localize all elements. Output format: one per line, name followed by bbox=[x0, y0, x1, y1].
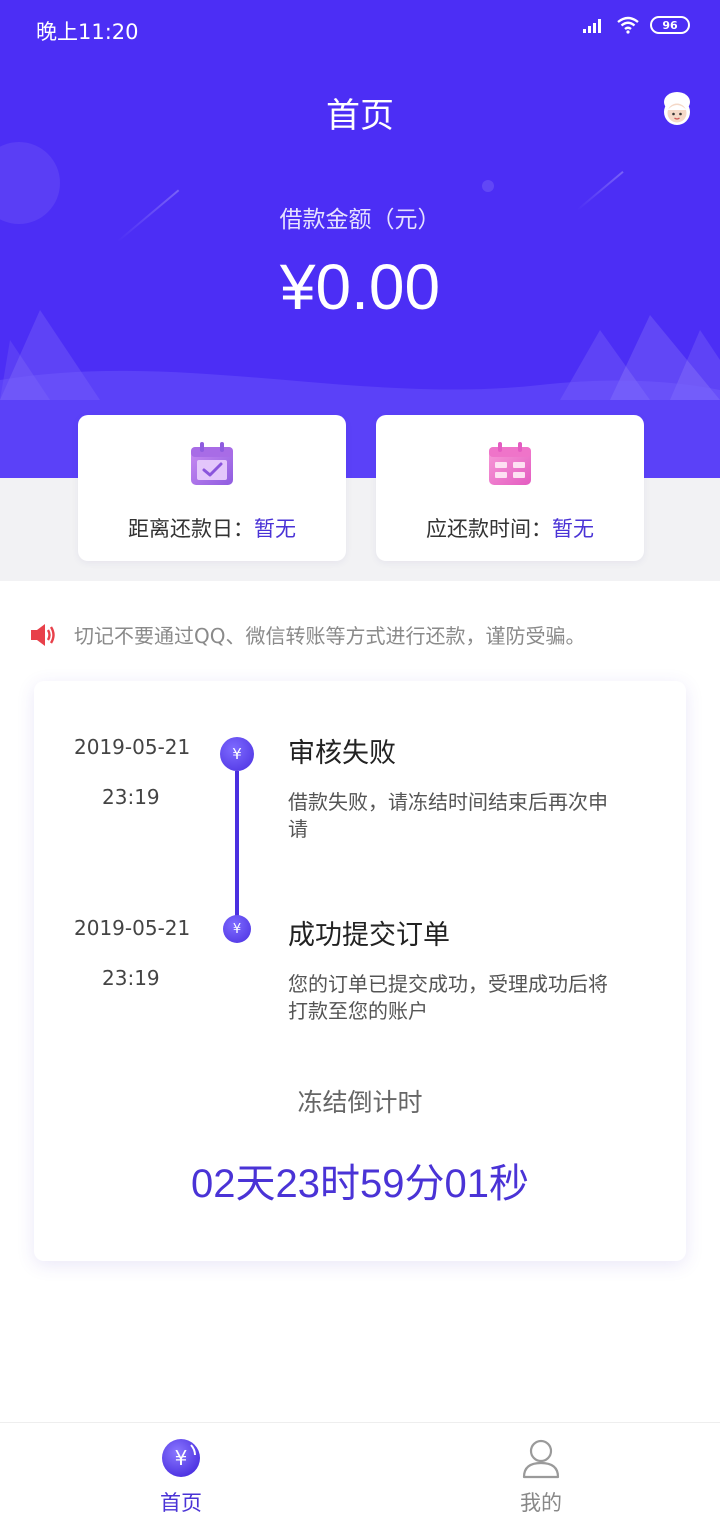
event-date: 2019-05-21 bbox=[74, 735, 191, 759]
status-time: 晚上11:20 bbox=[36, 20, 139, 44]
page-title: 首页 bbox=[326, 96, 394, 136]
bottom-tab-bar: ¥ 首页 我的 bbox=[0, 1422, 720, 1520]
tab-home[interactable]: ¥ 首页 bbox=[81, 1423, 281, 1520]
yuan-node-icon: ¥ bbox=[220, 737, 254, 771]
event-desc: 借款失败，请冻结时间结束后再次申请 bbox=[288, 790, 608, 841]
event-time: 23:19 bbox=[102, 966, 160, 990]
loan-amount-value: ¥0.00 bbox=[279, 251, 441, 323]
order-timeline-card: 2019-05-21 23:19 ¥ 审核失败 借款失败，请冻结时间结束后再次申… bbox=[34, 681, 686, 1261]
repayment-time-card: 应还款时间：暂无 bbox=[376, 415, 644, 561]
profile-avatar-icon[interactable] bbox=[660, 90, 694, 128]
battery-icon: 96 bbox=[650, 16, 690, 34]
event-date: 2019-05-21 bbox=[74, 916, 191, 940]
loan-amount-label: 借款金额（元） bbox=[279, 207, 441, 233]
repayment-days-value: 暂无 bbox=[254, 517, 296, 541]
event-title: 审核失败 bbox=[288, 738, 396, 769]
speaker-icon bbox=[31, 623, 55, 646]
tab-mine-label: 我的 bbox=[520, 1491, 562, 1515]
status-icons: 96 bbox=[582, 16, 690, 34]
svg-text:¥: ¥ bbox=[175, 1446, 188, 1470]
fraud-notice: 切记不要通过QQ、微信转账等方式进行还款，谨防受骗。 bbox=[30, 620, 585, 649]
repayment-days-card: 距离还款日：暂无 bbox=[78, 415, 346, 561]
calendar-check-icon bbox=[191, 442, 233, 485]
repayment-time-text: 应还款时间：暂无 bbox=[376, 513, 644, 543]
event-time: 23:19 bbox=[102, 785, 160, 809]
countdown-label: 冻结倒计时 bbox=[297, 1088, 423, 1117]
signal-icon bbox=[583, 19, 601, 33]
yuan-node-icon: ¥ bbox=[223, 915, 251, 943]
tab-home-label: 首页 bbox=[160, 1491, 202, 1515]
tab-mine[interactable]: 我的 bbox=[441, 1423, 641, 1520]
event-title: 成功提交订单 bbox=[288, 920, 450, 951]
event-desc: 您的订单已提交成功，受理成功后将打款至您的账户 bbox=[288, 972, 608, 1023]
repayment-days-text: 距离还款日：暂无 bbox=[78, 513, 346, 543]
calendar-grid-icon bbox=[489, 442, 531, 485]
notice-text: 切记不要通过QQ、微信转账等方式进行还款，谨防受骗。 bbox=[74, 624, 586, 648]
status-bar: 晚上11:20 96 bbox=[0, 0, 720, 58]
decor-dot bbox=[482, 180, 494, 192]
user-icon bbox=[522, 1439, 560, 1479]
wifi-icon bbox=[617, 16, 639, 34]
countdown-value: 02天23时59分01秒 bbox=[191, 1162, 529, 1206]
repayment-time-label: 应还款时间： bbox=[426, 517, 552, 541]
timeline-rail bbox=[235, 771, 239, 921]
repayment-days-label: 距离还款日： bbox=[128, 517, 254, 541]
header-banner: 晚上11:20 96 首页 借款金额（元） ¥0.00 bbox=[0, 0, 720, 480]
home-yuan-icon: ¥ bbox=[162, 1439, 200, 1477]
repayment-time-value: 暂无 bbox=[552, 517, 594, 541]
